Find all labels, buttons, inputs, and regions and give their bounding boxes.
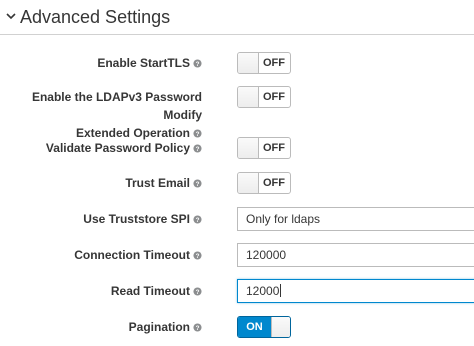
text-caret (280, 284, 282, 297)
setting-row-connection-timeout: Connection Timeout? 120000 (0, 243, 474, 267)
svg-text:?: ? (196, 181, 200, 188)
setting-label: Read Timeout? (0, 282, 202, 300)
connection-timeout-input[interactable]: 120000 (237, 243, 474, 267)
label-text: Pagination (128, 320, 190, 334)
help-circle-icon[interactable]: ? (193, 251, 202, 260)
help-circle-icon[interactable]: ? (193, 179, 202, 188)
toggle-knob (238, 53, 259, 73)
setting-row-password-modify: Enable the LDAPv3 Password Modify Extend… (0, 86, 474, 140)
toggle-knob (238, 138, 259, 158)
help-circle-icon[interactable]: ? (193, 144, 202, 153)
label-text: Trust Email (125, 176, 190, 190)
section-divider (0, 34, 474, 35)
setting-label: Trust Email? (0, 174, 202, 192)
setting-label: Connection Timeout? (0, 246, 202, 264)
read-timeout-value: 12000 (246, 284, 280, 298)
label-text-line-1: Enable the LDAPv3 Password Modify (31, 90, 202, 122)
help-circle-icon[interactable]: ? (193, 215, 202, 224)
help-circle-icon[interactable]: ? (193, 287, 202, 296)
truststore-spi-select[interactable]: Only for ldaps (237, 207, 474, 231)
svg-text:?: ? (196, 325, 200, 332)
svg-text:?: ? (196, 217, 200, 224)
chevron-down-icon (6, 13, 16, 20)
setting-row-read-timeout: Read Timeout? 12000 (0, 279, 474, 303)
toggle-state: OFF (263, 177, 285, 189)
trust-email-toggle[interactable]: OFF (237, 172, 291, 194)
toggle-state: OFF (263, 57, 285, 69)
toggle-state: OFF (263, 91, 285, 103)
toggle-state: OFF (263, 142, 285, 154)
help-circle-icon[interactable]: ? (193, 323, 202, 332)
setting-row-truststore-spi: Use Truststore SPI? Only for ldaps (0, 207, 474, 231)
toggle-knob (271, 317, 290, 337)
pagination-toggle[interactable]: ON (237, 316, 291, 338)
setting-row-pagination: Pagination? ON (0, 316, 474, 338)
password-modify-toggle[interactable]: OFF (237, 86, 291, 108)
label-text: Use Truststore SPI (83, 212, 190, 226)
setting-label: Enable the LDAPv3 Password Modify Extend… (0, 88, 202, 142)
svg-text:?: ? (196, 146, 200, 153)
svg-text:?: ? (196, 61, 200, 68)
advanced-settings-header[interactable]: Advanced Settings (0, 0, 474, 36)
read-timeout-input[interactable]: 12000 (237, 279, 474, 303)
label-text: Read Timeout (110, 284, 190, 298)
setting-label: Use Truststore SPI? (0, 210, 202, 228)
validate-password-policy-toggle[interactable]: OFF (237, 137, 291, 159)
section-title: Advanced Settings (20, 7, 171, 27)
setting-label: Validate Password Policy? (0, 139, 202, 157)
enable-starttls-toggle[interactable]: OFF (237, 52, 291, 74)
label-text: Enable StartTLS (97, 56, 190, 70)
svg-text:?: ? (196, 253, 200, 260)
toggle-knob (238, 87, 259, 107)
setting-label: Enable StartTLS? (0, 54, 202, 72)
label-text: Validate Password Policy (45, 141, 190, 155)
svg-text:?: ? (196, 289, 200, 296)
toggle-state: ON (238, 317, 271, 337)
setting-row-validate-password-policy: Validate Password Policy? OFF (0, 137, 474, 159)
setting-row-enable-starttls: Enable StartTLS? OFF (0, 52, 474, 74)
toggle-knob (238, 173, 259, 193)
help-circle-icon[interactable]: ? (193, 59, 202, 68)
setting-label: Pagination? (0, 318, 202, 336)
setting-row-trust-email: Trust Email? OFF (0, 172, 474, 194)
label-text: Connection Timeout (74, 248, 190, 262)
